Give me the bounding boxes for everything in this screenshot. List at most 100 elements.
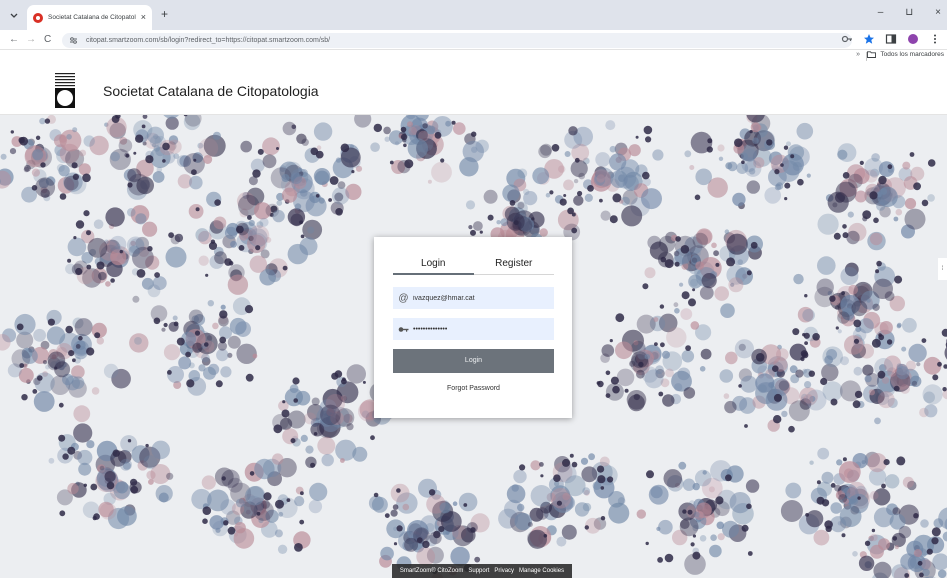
- tissue-blot: [42, 360, 48, 365]
- login-button[interactable]: Login: [393, 349, 554, 373]
- tissue-blot: [724, 400, 737, 414]
- tissue-blot: [86, 440, 95, 449]
- password-field[interactable]: [393, 318, 554, 340]
- tissue-blot: [694, 511, 700, 518]
- cell-nucleus: [692, 288, 696, 292]
- cell-nucleus: [257, 148, 264, 155]
- password-input[interactable]: [413, 325, 543, 333]
- cell-nucleus: [681, 291, 690, 300]
- tissue-blot: [726, 233, 748, 255]
- tissue-blot: [313, 122, 333, 141]
- maximize-icon[interactable]: ⊔: [905, 7, 913, 18]
- tab-login[interactable]: Login: [393, 257, 474, 275]
- cell-nucleus: [842, 224, 847, 229]
- cell-nucleus: [186, 379, 195, 388]
- tissue-blot: [699, 535, 707, 542]
- footer-support-link[interactable]: Support: [468, 568, 489, 574]
- cell-nucleus: [247, 215, 252, 220]
- tissue-blot: [588, 453, 595, 461]
- cell-nucleus: [335, 208, 343, 216]
- key-icon[interactable]: [841, 33, 853, 45]
- tissue-blot: [299, 237, 318, 256]
- tissue-blot: [203, 366, 216, 380]
- cell-nucleus: [112, 449, 120, 457]
- tissue-blot: [580, 457, 589, 465]
- society-logo-icon[interactable]: [53, 70, 77, 110]
- browser-tab[interactable]: Societat Catalana de Citopatolo ×: [27, 5, 152, 30]
- tissue-blot: [206, 335, 213, 341]
- cell-nucleus: [842, 457, 847, 462]
- tab-register[interactable]: Register: [474, 257, 555, 274]
- tissue-blot: [272, 209, 285, 223]
- tissue-blot: [709, 544, 722, 558]
- cell-nucleus: [86, 264, 92, 270]
- tissue-blot: [156, 166, 163, 173]
- tissue-blot: [636, 369, 645, 379]
- all-bookmarks-folder[interactable]: Todos los marcadores: [867, 51, 944, 58]
- tissue-blot: [310, 422, 325, 437]
- tissue-blot: [737, 259, 743, 265]
- profile-icon[interactable]: [907, 33, 919, 45]
- footer-cookies-link[interactable]: Manage Cookies: [519, 568, 564, 574]
- footer-brand-link[interactable]: SmartZoom® CitoZoom: [400, 568, 463, 574]
- tissue-blot: [644, 267, 656, 279]
- tune-icon[interactable]: [69, 36, 78, 45]
- tissue-blot: [72, 127, 78, 133]
- tissue-blot: [714, 286, 729, 301]
- forward-icon[interactable]: →: [26, 33, 36, 47]
- email-field[interactable]: @: [393, 287, 554, 309]
- reload-icon[interactable]: C: [44, 33, 51, 47]
- tissue-blot: [276, 200, 283, 206]
- forgot-password-link[interactable]: Forgot Password: [393, 385, 554, 392]
- cell-nucleus: [191, 169, 197, 176]
- cell-nucleus: [93, 513, 100, 520]
- tissue-blot: [135, 213, 147, 225]
- new-tab-icon[interactable]: +: [161, 8, 168, 20]
- cell-nucleus: [543, 534, 548, 538]
- tissue-blot: [745, 479, 760, 493]
- cell-nucleus: [19, 136, 29, 146]
- side-panel-icon[interactable]: [885, 33, 897, 45]
- tissue-blot: [296, 133, 307, 144]
- bookmarks-overflow-button[interactable]: »: [856, 51, 860, 58]
- address-bar[interactable]: citopat.smartzoom.com/sb/login?redirect_…: [62, 33, 852, 48]
- tab-close-icon[interactable]: ×: [141, 13, 146, 22]
- close-window-icon[interactable]: ×: [935, 7, 941, 18]
- cell-nucleus: [293, 398, 299, 403]
- tissue-blot: [152, 276, 167, 291]
- footer-privacy-link[interactable]: Privacy: [494, 568, 514, 574]
- cell-nucleus: [273, 424, 283, 434]
- cell-nucleus: [154, 272, 161, 278]
- tissue-blot: [215, 527, 221, 533]
- email-input[interactable]: [413, 294, 543, 302]
- cell-nucleus: [135, 134, 144, 143]
- cell-nucleus: [373, 123, 382, 133]
- tissue-blot: [850, 505, 860, 515]
- cell-nucleus: [605, 393, 611, 398]
- tissue-blot: [527, 522, 533, 527]
- tissue-blot: [848, 495, 859, 506]
- menu-icon[interactable]: [929, 33, 941, 45]
- tissue-blot: [816, 278, 834, 296]
- tissue-blot: [213, 216, 227, 230]
- tissue-blot: [54, 361, 71, 378]
- cell-nucleus: [245, 373, 254, 382]
- tissue-blot: [103, 363, 119, 379]
- footer-bar: SmartZoom® CitoZoom Support Privacy Mana…: [392, 564, 572, 578]
- tissue-blot: [677, 367, 691, 381]
- cell-nucleus: [559, 198, 567, 206]
- cell-nucleus: [119, 249, 124, 254]
- tissue-blot: [633, 393, 640, 401]
- cell-nucleus: [193, 158, 197, 162]
- tissue-blot: [913, 549, 923, 558]
- minimize-icon[interactable]: –: [878, 7, 884, 18]
- cell-nucleus: [577, 190, 583, 197]
- tissue-blot: [900, 384, 910, 394]
- star-icon[interactable]: [863, 33, 875, 45]
- tissue-blot: [142, 221, 158, 237]
- cell-nucleus: [531, 217, 535, 221]
- tab-search-icon[interactable]: [9, 10, 19, 20]
- tissue-blot: [608, 502, 630, 524]
- side-panel-handle[interactable]: ⁞: [938, 258, 947, 280]
- back-icon[interactable]: ←: [9, 33, 19, 47]
